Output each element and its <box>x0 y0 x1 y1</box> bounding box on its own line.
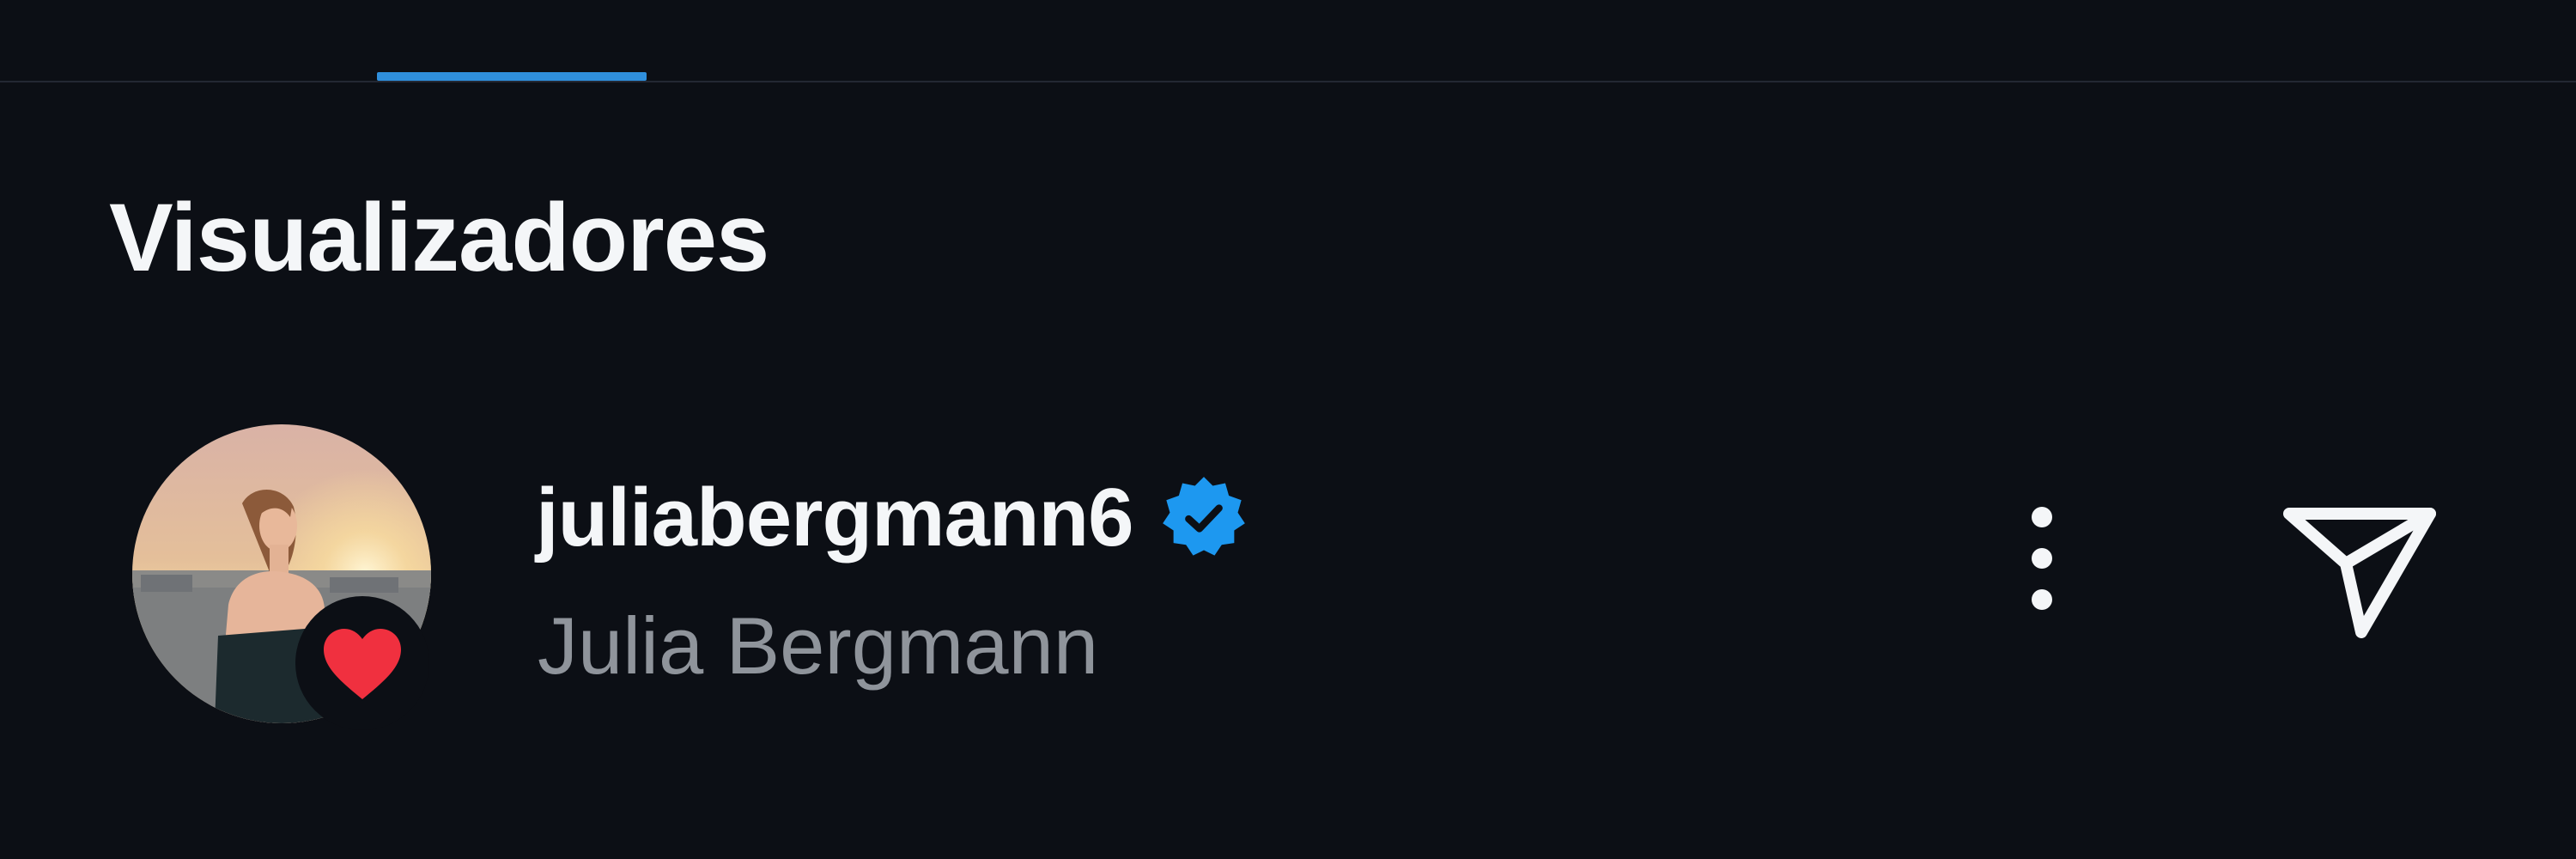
send-message-button[interactable] <box>2274 497 2445 651</box>
section-title: Visualizadores <box>109 184 769 291</box>
full-name: Julia Bergmann <box>538 600 1099 691</box>
more-options-icon <box>2032 507 2052 610</box>
username[interactable]: juliabergmann6 <box>536 471 1133 565</box>
tab-strip <box>0 0 2576 82</box>
viewer-row[interactable]: juliabergmann6 Julia Bergmann <box>0 412 2576 756</box>
like-badge <box>295 596 429 730</box>
heart-icon <box>324 629 401 699</box>
active-tab-indicator[interactable] <box>377 72 647 81</box>
more-options-button[interactable] <box>1990 498 2093 636</box>
username-line[interactable]: juliabergmann6 <box>536 471 1249 582</box>
story-viewers-screen: Visualizadores juliabergmann6 Julia Berg… <box>0 0 2576 859</box>
avatar[interactable] <box>132 424 431 730</box>
verified-badge-icon <box>1162 477 1245 556</box>
send-icon <box>2283 508 2436 638</box>
